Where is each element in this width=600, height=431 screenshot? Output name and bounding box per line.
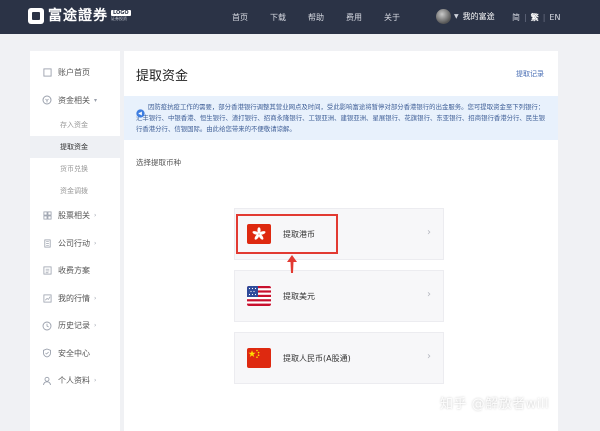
sidebar-item-label: 股票相关: [58, 211, 90, 221]
china-flag-icon: [247, 348, 271, 368]
chart-icon: [42, 293, 52, 303]
sidebar-item-corporate[interactable]: 公司行动 ›: [30, 230, 120, 258]
language-switcher: 简 | 繁 | EN: [512, 0, 560, 34]
lang-english[interactable]: EN: [549, 13, 560, 22]
sidebar-item-label: 个人资料: [58, 376, 90, 386]
sidebar-item-history[interactable]: 历史记录 ›: [30, 312, 120, 340]
building-icon: [42, 238, 52, 248]
nav-fees[interactable]: 费用: [346, 12, 362, 23]
withdraw-records-link[interactable]: 提取记录: [516, 69, 544, 79]
main-panel: 提取资金 提取记录 因防疫抗疫工作的需要，部分香港银行调整其营业网点及时间，受此…: [124, 51, 558, 431]
brand-logo[interactable]: 富途證券 LOGO 证券投资: [28, 8, 131, 24]
sidebar: 账户首页 资金相关 ▾ 存入资金 提取资金 货币兑换 资金调拨 股票相关 › 公…: [30, 51, 120, 431]
sidebar-item-label: 历史记录: [58, 321, 90, 331]
shield-icon: [42, 348, 52, 358]
card-icon: [42, 68, 52, 78]
lang-divider: |: [542, 12, 546, 22]
lang-traditional[interactable]: 繁: [531, 12, 539, 23]
chevron-right-icon: ›: [94, 322, 97, 330]
sidebar-item-account-home[interactable]: 账户首页: [30, 59, 120, 87]
withdraw-usd-option[interactable]: 提取美元 ›: [234, 270, 444, 322]
currency-select-heading: 选择提取币种: [136, 158, 181, 167]
chevron-right-icon: ›: [94, 294, 97, 302]
coin-icon: [42, 95, 52, 105]
chevron-right-icon: ›: [94, 212, 97, 220]
lang-simplified[interactable]: 简: [512, 12, 520, 23]
caret-down-icon: ▼: [454, 13, 459, 20]
sidebar-item-label: 公司行动: [58, 238, 90, 248]
annotation-arrow-icon: [287, 255, 297, 273]
clock-icon: [42, 321, 52, 331]
top-bar: 富途證券 LOGO 证券投资 首页 下载 帮助 费用 关于 ▼ 我的富途 简 |…: [0, 0, 600, 34]
notice-banner: 因防疫抗疫工作的需要，部分香港银行调整其营业网点及时间，受此影响富途将暂停对部分…: [124, 96, 558, 140]
chevron-down-icon: ▾: [94, 96, 98, 104]
sidebar-item-stocks[interactable]: 股票相关 ›: [30, 202, 120, 230]
brand-name: 富途證券: [48, 8, 108, 24]
sidebar-item-label: 资金相关: [58, 95, 90, 105]
annotation-highlight-box: [236, 214, 338, 254]
sidebar-subitem-exchange[interactable]: 货币兑换: [30, 158, 120, 180]
page-title: 提取资金: [136, 69, 189, 84]
user-menu[interactable]: ▼ 我的富途: [436, 9, 495, 24]
sidebar-item-funds[interactable]: 资金相关 ▾: [30, 87, 120, 115]
nav-help[interactable]: 帮助: [308, 12, 324, 23]
sidebar-item-label: 安全中心: [58, 348, 90, 358]
united-states-flag-icon: [247, 286, 271, 306]
user-icon: [42, 376, 52, 386]
nav-home[interactable]: 首页: [232, 12, 248, 23]
futu-logo-icon: [28, 8, 44, 24]
withdraw-cny-label: 提取人民币(A股通): [283, 353, 351, 363]
sidebar-item-security[interactable]: 安全中心: [30, 340, 120, 368]
list-icon: [42, 266, 52, 276]
sidebar-item-label: 收费方案: [58, 266, 90, 276]
withdraw-usd-label: 提取美元: [283, 291, 315, 301]
brand-badge: LOGO 证券投资: [111, 10, 131, 22]
chevron-right-icon: ›: [94, 239, 97, 247]
chevron-right-icon: ›: [427, 289, 431, 300]
sidebar-subitem-transfer[interactable]: 资金调拨: [30, 180, 120, 202]
grid-icon: [42, 211, 52, 221]
chevron-right-icon: ›: [427, 351, 431, 362]
avatar: [436, 9, 451, 24]
sidebar-item-label: 账户首页: [58, 68, 90, 78]
megaphone-icon: [136, 103, 145, 118]
sidebar-item-fees[interactable]: 收费方案: [30, 257, 120, 285]
nav-download[interactable]: 下载: [270, 12, 286, 23]
chevron-right-icon: ›: [427, 227, 431, 238]
lang-divider: |: [524, 12, 527, 22]
sidebar-subitem-withdraw[interactable]: 提取资金: [30, 136, 120, 158]
sidebar-subitem-deposit[interactable]: 存入资金: [30, 114, 120, 136]
watermark: 知乎 @解放者will: [440, 397, 550, 412]
chevron-right-icon: ›: [94, 377, 97, 385]
notice-text: 因防疫抗疫工作的需要，部分香港银行调整其营业网点及时间，受此影响富途将暂停对部分…: [136, 103, 545, 133]
brand-badge-sub: 证券投资: [111, 16, 127, 21]
withdraw-cny-option[interactable]: 提取人民币(A股通) ›: [234, 332, 444, 384]
nav-about[interactable]: 关于: [384, 12, 400, 23]
user-menu-label: 我的富途: [462, 12, 495, 21]
sidebar-item-label: 我的行情: [58, 293, 90, 303]
main-nav: 首页 下载 帮助 费用 关于: [232, 0, 422, 34]
sidebar-item-quotes[interactable]: 我的行情 ›: [30, 285, 120, 313]
sidebar-item-profile[interactable]: 个人资料 ›: [30, 367, 120, 395]
